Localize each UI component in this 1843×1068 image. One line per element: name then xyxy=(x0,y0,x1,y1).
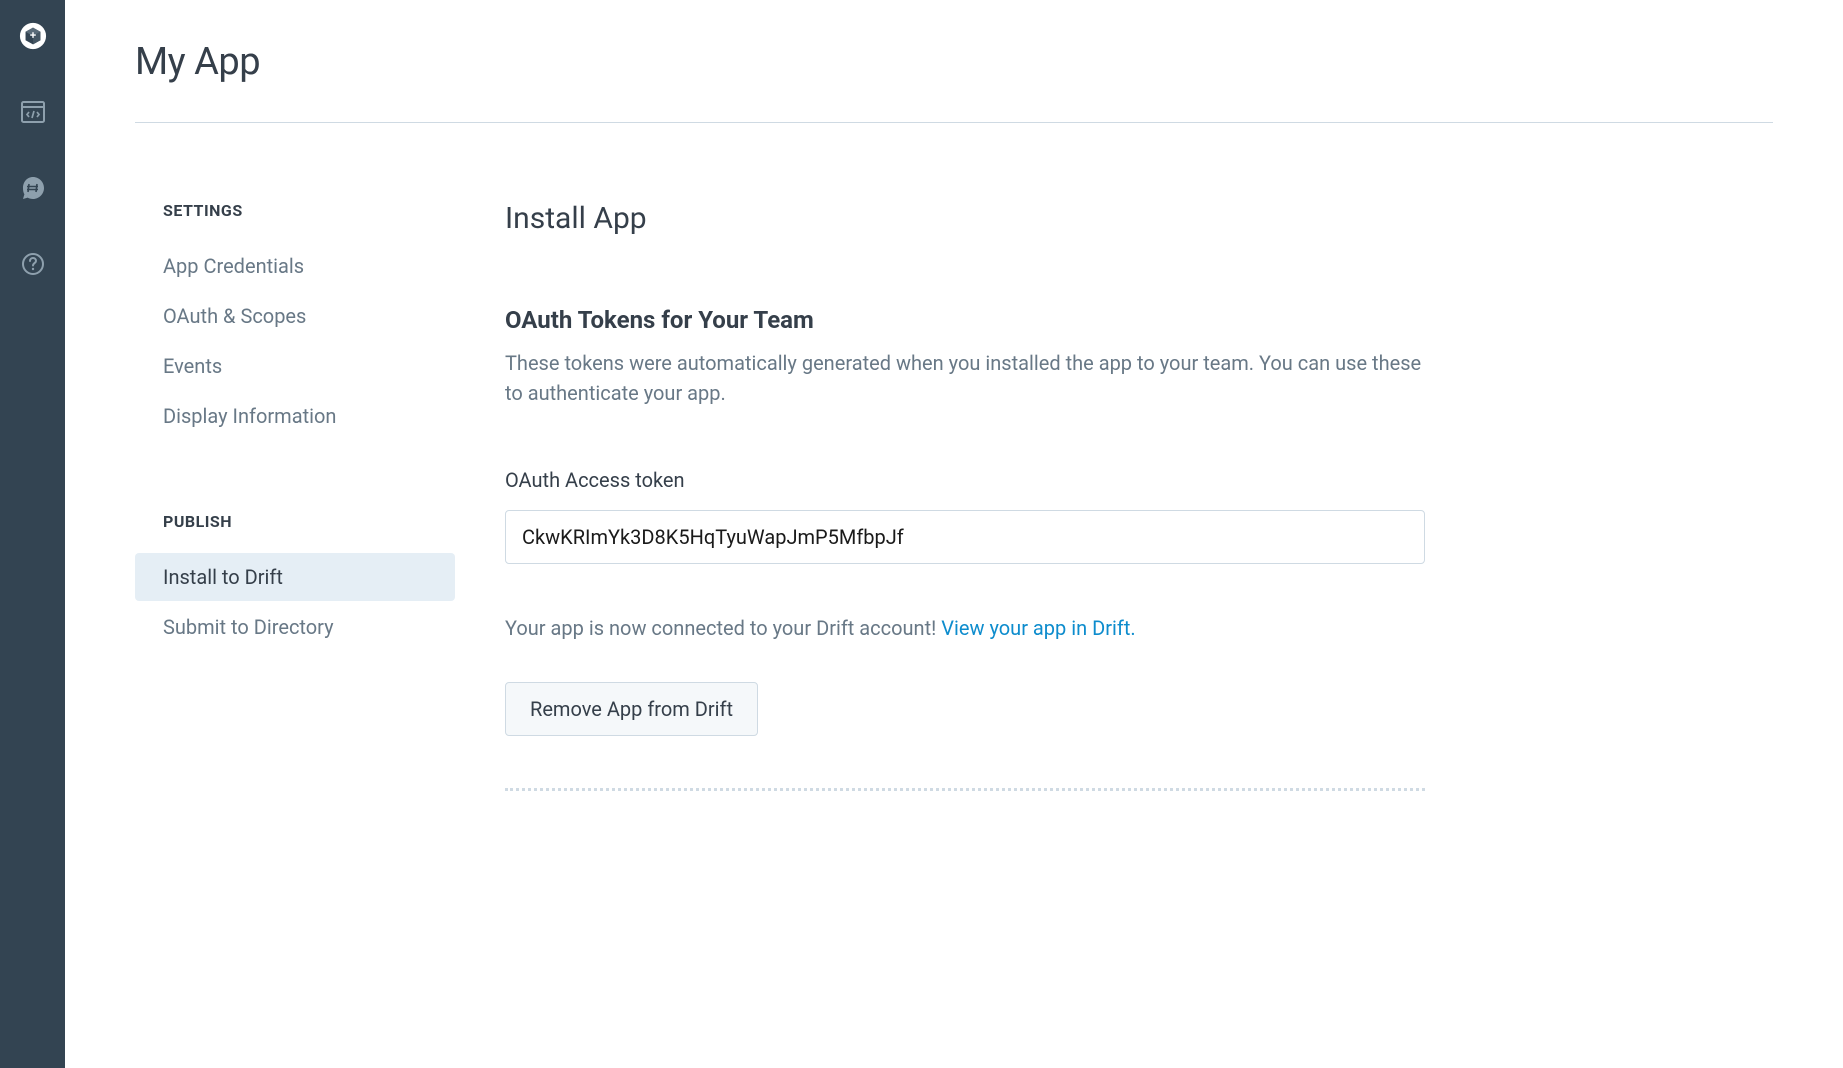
content-area: My App SETTINGS App Credentials OAuth & … xyxy=(65,0,1843,1068)
logo-icon[interactable] xyxy=(19,22,47,50)
main-panel: Install App OAuth Tokens for Your Team T… xyxy=(505,201,1425,791)
remove-app-button[interactable]: Remove App from Drift xyxy=(505,682,758,736)
sidebar-item-install-to-drift[interactable]: Install to Drift xyxy=(135,553,455,601)
menu-group-publish: PUBLISH xyxy=(135,512,455,531)
page-title: My App xyxy=(135,40,1773,84)
sidebar-item-app-credentials[interactable]: App Credentials xyxy=(135,242,455,290)
oauth-token-input[interactable] xyxy=(505,510,1425,564)
token-label: OAuth Access token xyxy=(505,468,1425,492)
nav-rail xyxy=(0,0,65,1068)
sidebar-item-events[interactable]: Events xyxy=(135,342,455,390)
sidebar-item-display-information[interactable]: Display Information xyxy=(135,392,455,440)
code-window-icon[interactable] xyxy=(19,98,47,126)
sidebar-menu: SETTINGS App Credentials OAuth & Scopes … xyxy=(135,201,455,791)
help-icon[interactable] xyxy=(19,250,47,278)
oauth-section-heading: OAuth Tokens for Your Team xyxy=(505,306,1425,334)
dotted-divider xyxy=(505,788,1425,791)
sidebar-item-oauth-scopes[interactable]: OAuth & Scopes xyxy=(135,292,455,340)
menu-group-settings: SETTINGS xyxy=(135,201,455,220)
sidebar-item-submit-to-directory[interactable]: Submit to Directory xyxy=(135,603,455,651)
hash-icon[interactable] xyxy=(19,174,47,202)
status-message: Your app is now connected to your Drift … xyxy=(505,616,941,640)
view-app-link[interactable]: View your app in Drift. xyxy=(941,616,1135,640)
main-heading: Install App xyxy=(505,201,1425,236)
header-divider xyxy=(135,122,1773,123)
status-text: Your app is now connected to your Drift … xyxy=(505,616,1425,640)
oauth-section-description: These tokens were automatically generate… xyxy=(505,348,1425,408)
